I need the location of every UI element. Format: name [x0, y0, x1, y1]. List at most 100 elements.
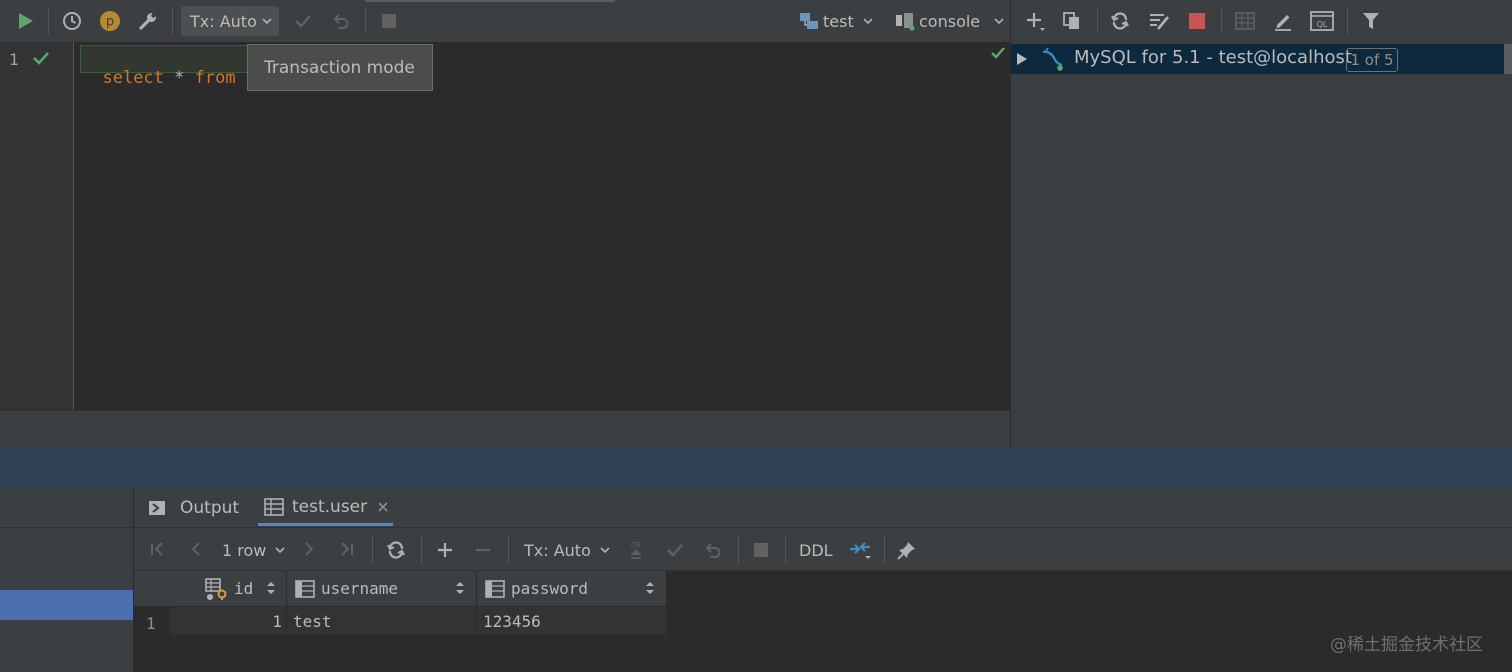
submit-db-icon[interactable]: DB — [623, 537, 649, 563]
cell-password[interactable]: 123456 — [477, 607, 666, 635]
cell-id[interactable]: 1 — [170, 607, 287, 635]
cell-username-value: test — [293, 612, 332, 631]
svg-text:QL: QL — [1317, 20, 1328, 29]
prev-page-icon[interactable] — [184, 537, 208, 561]
chevron-down-icon — [599, 544, 611, 556]
cell-id-value: 1 — [272, 612, 282, 631]
sort-icon[interactable] — [266, 581, 276, 595]
rollback-icon[interactable] — [700, 537, 726, 563]
mysql-icon — [1040, 46, 1066, 72]
expand-arrow-icon[interactable] — [1014, 50, 1030, 68]
tab-output[interactable]: Output — [148, 490, 239, 526]
column-username-label: username — [321, 579, 399, 598]
edit-pencil-icon[interactable] — [1270, 8, 1296, 34]
left-tool-strip — [0, 488, 134, 672]
toolbar-separator — [372, 536, 373, 564]
column-header-id[interactable]: id — [196, 571, 287, 606]
column-password-label: password — [511, 579, 589, 598]
stop-icon[interactable] — [376, 8, 402, 34]
sort-icon[interactable] — [455, 581, 465, 595]
filter-icon[interactable] — [1358, 8, 1384, 34]
toolbar-separator — [1221, 8, 1222, 34]
table-row[interactable]: 1 1 test 123456 — [134, 607, 666, 635]
console-label: console — [919, 11, 981, 31]
tooltip-text: Transaction mode — [264, 57, 415, 78]
stop-icon[interactable] — [748, 537, 774, 563]
cell-username[interactable]: test — [287, 607, 477, 635]
services-scrollbar[interactable] — [1504, 44, 1512, 74]
toolbar-separator — [785, 536, 786, 564]
line-number: 1 — [9, 50, 19, 69]
selected-service-item[interactable] — [0, 590, 133, 620]
schema-label: test — [823, 11, 854, 31]
column-icon — [485, 579, 505, 598]
commit-check-icon[interactable] — [662, 537, 688, 563]
schema-sync-icon[interactable] — [1146, 8, 1172, 34]
add-row-icon[interactable] — [432, 537, 458, 563]
delete-row-icon[interactable] — [470, 537, 496, 563]
column-id-label: id — [234, 579, 254, 598]
pin-icon[interactable] — [894, 537, 920, 563]
toolbar-separator — [365, 8, 366, 34]
tab-test-user[interactable]: test.user — [258, 490, 393, 526]
first-page-icon[interactable] — [145, 537, 169, 561]
compare-arrows-icon[interactable] — [846, 537, 874, 563]
sort-icon[interactable] — [645, 581, 655, 595]
stop-red-icon[interactable] — [1184, 8, 1210, 34]
cell-password-value: 123456 — [483, 612, 541, 631]
session-count-badge: 1 of 5 — [1346, 48, 1398, 72]
column-header-password[interactable]: password — [477, 571, 666, 606]
svg-text:DB: DB — [631, 541, 641, 549]
history-icon[interactable] — [59, 8, 85, 34]
toolbar-separator — [1347, 8, 1348, 34]
tab-output-label: Output — [180, 498, 240, 518]
results-tx-mode-label: Tx: Auto — [524, 540, 591, 560]
tab-test-user-label: test.user — [292, 496, 368, 517]
datasource-label: MySQL for 5.1 - test@localhost — [1074, 47, 1352, 68]
next-page-icon[interactable] — [297, 537, 321, 561]
reload-icon[interactable] — [383, 537, 409, 563]
rollback-icon[interactable] — [328, 8, 354, 34]
commit-check-icon[interactable] — [290, 8, 316, 34]
copy-icon[interactable] — [1059, 8, 1085, 34]
run-icon[interactable] — [12, 8, 38, 34]
console-icon — [893, 10, 917, 32]
refresh-icon[interactable] — [1107, 8, 1133, 34]
tx-mode-label: Tx: Auto — [190, 11, 257, 31]
editor-footer — [0, 410, 1010, 447]
watermark: @稀土掘金技术社区 — [1330, 635, 1483, 655]
toolbar-separator — [1097, 8, 1098, 34]
tx-mode-dropdown[interactable]: Tx: Auto — [181, 6, 279, 36]
console-selector[interactable]: console — [893, 6, 1005, 36]
last-page-icon[interactable] — [335, 537, 359, 561]
editor-area[interactable] — [74, 42, 1010, 410]
column-icon — [295, 579, 315, 598]
toolbar-separator — [172, 8, 173, 34]
settings-wrench-icon[interactable] — [135, 8, 161, 34]
primary-key-icon — [204, 577, 228, 601]
table-icon[interactable] — [1232, 8, 1258, 34]
sql-keyword-select: select — [102, 68, 164, 88]
chevron-down-icon — [993, 15, 1005, 27]
executed-check-icon — [30, 48, 52, 68]
row-count-dropdown[interactable]: 1 row — [222, 537, 286, 563]
table-tab-icon — [264, 497, 284, 516]
schema-selector[interactable]: test — [798, 6, 878, 36]
close-icon[interactable] — [377, 501, 389, 513]
editor-tab-indicator — [365, 0, 615, 2]
toolbar-separator — [421, 536, 422, 564]
column-header-username[interactable]: username — [287, 571, 477, 606]
parameters-icon[interactable]: p — [97, 8, 123, 34]
gutter — [0, 42, 74, 410]
panel-divider — [0, 448, 1512, 488]
chevron-down-icon — [261, 15, 273, 27]
add-icon[interactable] — [1022, 8, 1048, 34]
console-ql-icon[interactable]: QL — [1308, 8, 1336, 34]
badge-text: 1 of 5 — [1350, 51, 1394, 69]
results-tx-mode-dropdown[interactable]: Tx: Auto — [524, 537, 611, 563]
row-number: 1 — [146, 614, 156, 633]
svg-text:p: p — [106, 15, 114, 30]
ddl-button[interactable]: DDL — [799, 541, 833, 560]
tabs-divider — [134, 527, 1512, 528]
output-icon — [148, 500, 166, 516]
